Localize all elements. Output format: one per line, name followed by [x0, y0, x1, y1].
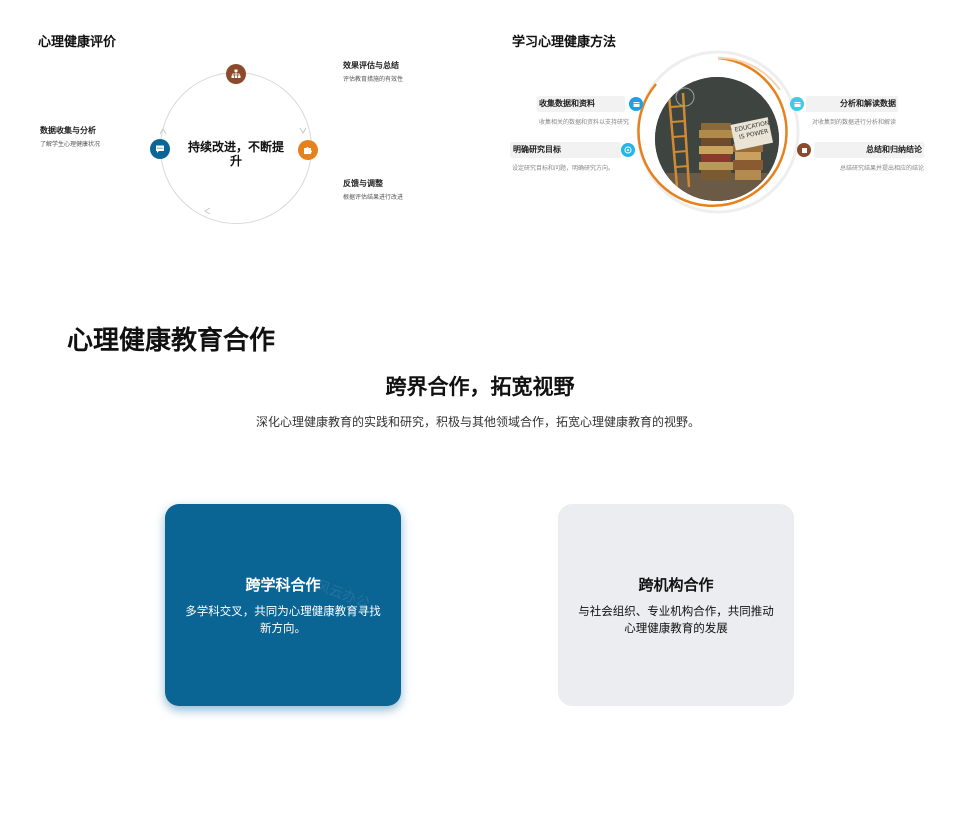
item-desc: 总结研究结果并提出相应的结论 [840, 165, 925, 172]
card-desc: 与社会组织、专业机构合作，共同推动心理健康教育的发展 [578, 603, 774, 635]
step-title: 效果评估与总结 [343, 61, 399, 70]
item-title: 总结和归纳结论 [866, 145, 922, 154]
education-photo: EDUCATION IS POWER [655, 77, 779, 201]
item-title: 收集数据和资料 [539, 99, 595, 108]
card-title: 跨学科合作 [245, 575, 321, 594]
item-desc: 收集相关的数据和资料以支持研究 [539, 119, 630, 126]
step-title: 反馈与调整 [343, 179, 383, 188]
target-icon [621, 143, 635, 157]
step-desc: 根据评估结果进行改进 [343, 194, 404, 201]
section-subtitle: 跨界合作，拓宽视野 [385, 375, 575, 399]
chart-icon [790, 97, 804, 111]
chat-icon [150, 139, 170, 159]
section-description: 深化心理健康教育的实践和研究，积极与其他领域合作，拓宽心理健康教育的视野。 [255, 415, 700, 429]
item-analyze-data: 分析和解读数据 [806, 96, 898, 112]
method-title: 学习心理健康方法 [512, 35, 617, 50]
puzzle-icon [298, 140, 318, 160]
item-research-goal: 明确研究目标 [510, 142, 621, 158]
cycle-center-text: 持续改进，不断提升 [188, 140, 285, 168]
evaluation-title: 心理健康评价 [38, 35, 117, 50]
step-evaluate: 效果评估与总结 评估教育措施的有效性 [343, 60, 403, 83]
card-interdisciplinary: 风云办公 跨学科合作 多学科交叉，共同为心理健康教育寻找新方向。 [165, 504, 401, 706]
item-title: 明确研究目标 [513, 145, 561, 154]
book-icon [797, 143, 811, 157]
step-collect: 数据收集与分析 了解学生心理健康状况 [40, 125, 100, 148]
item-title: 分析和解读数据 [840, 99, 896, 108]
step-desc: 了解学生心理健康状况 [40, 141, 101, 148]
sitemap-icon [226, 64, 246, 84]
page-title: 心理健康教育合作 [67, 326, 276, 356]
item-desc: 对收集到的数据进行分析和解读 [812, 119, 897, 126]
item-conclusion: 总结和归纳结论 [814, 142, 924, 158]
step-desc: 评估教育措施的有效性 [343, 76, 404, 83]
step-title: 数据收集与分析 [40, 126, 96, 135]
item-desc: 设定研究目标和问题，明确研究方向。 [512, 165, 615, 172]
step-feedback: 反馈与调整 根据评估结果进行改进 [343, 178, 403, 201]
list-icon [629, 97, 643, 111]
card-title: 跨机构合作 [638, 575, 714, 594]
card-cross-institution: 跨机构合作 与社会组织、专业机构合作，共同推动心理健康教育的发展 [558, 504, 794, 706]
item-collect-data: 收集数据和资料 [537, 96, 625, 112]
